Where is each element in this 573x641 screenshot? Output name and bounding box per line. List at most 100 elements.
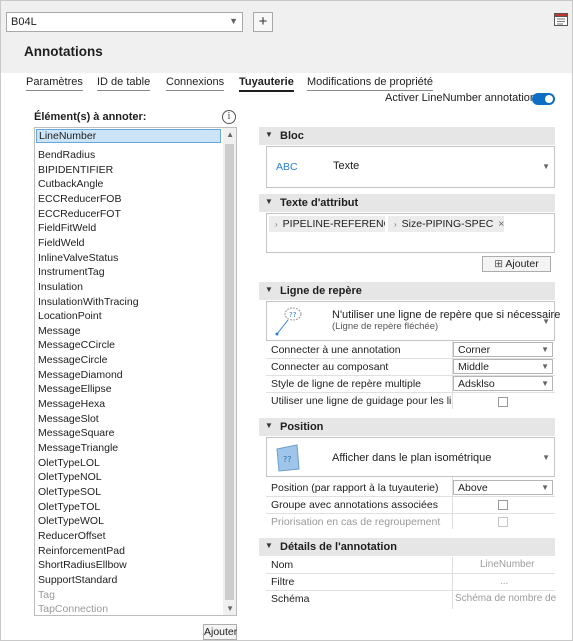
attribute-text-field[interactable]: › PIPELINE-REFERENCE- › Size-PIPING-SPEC× [266,213,555,253]
section-texte-attribut[interactable]: ▼ Texte d'attribut [259,194,555,212]
drawing-selector-value: B04L [11,16,37,28]
list-scrollbar[interactable]: ▲ ▼ [223,128,236,615]
add-element-button[interactable]: Ajouter [203,624,237,640]
section-bloc[interactable]: ▼ Bloc [259,127,555,145]
plus-icon: + [258,13,268,30]
list-item[interactable]: OletTypeSOL [38,486,101,498]
property-label: Connecter à une annotation [271,344,401,356]
add-button[interactable]: + [253,12,273,32]
top-toolbar: B04L ▼ + Annotations [1,1,572,73]
tab-id-de-table[interactable]: ID de table [97,76,151,91]
group-annotations-checkbox[interactable] [498,500,508,510]
filter-field[interactable]: ... [500,576,508,587]
list-item: TapConnection [38,603,109,616]
leader-main-text: N'utiliser une ligne de repère que si né… [332,309,561,321]
list-item[interactable]: BIPIDENTIFIER [38,164,113,176]
property-grid-divider [452,557,453,609]
list-item[interactable]: ECCReducerFOT [38,208,121,220]
close-icon[interactable]: × [493,218,504,230]
chevron-down-icon: ▼ [541,379,549,388]
svg-text:??: ?? [283,455,292,464]
property-label: Nom [271,559,294,571]
abc-icon: ABC [276,161,298,173]
list-item[interactable]: ECCReducerFOB [38,193,121,205]
list-item[interactable]: MessageEllipse [38,383,112,395]
position-select[interactable]: Above ▼ [453,480,553,495]
property-label: Schéma [271,593,310,605]
list-item[interactable]: MessageTriangle [38,442,118,454]
select-value: Corner [458,344,491,356]
chevron-down-icon: ▼ [542,162,550,171]
section-bloc-title: Bloc [280,130,304,142]
list-item[interactable]: LocationPoint [38,310,102,322]
table-settings-icon[interactable] [554,11,569,27]
leader-type-selector[interactable]: ?? N'utiliser une ligne de repère que si… [266,301,560,341]
linenumber-toggle[interactable] [532,93,555,105]
position-plane-selector[interactable]: ?? Afficher dans le plan isométrique ▼ [266,437,555,477]
connect-annotation-select[interactable]: Corner ▼ [453,342,553,357]
section-ligne-repere[interactable]: ▼ Ligne de repère [259,282,555,300]
list-item[interactable]: MessageCircle [38,354,107,366]
collapse-icon: ▼ [265,130,273,139]
list-item[interactable]: FieldWeld [38,237,85,249]
schema-field[interactable]: Schéma de nombre de [455,593,556,604]
guide-line-checkbox[interactable] [498,397,508,407]
list-item[interactable]: Insulation [38,281,83,293]
list-item[interactable]: OletTypeTOL [38,501,100,513]
attribute-chip-label: PIPELINE-REFERENCE- [282,218,385,230]
section-ligne-repere-title: Ligne de repère [280,285,362,297]
list-item[interactable]: Message [38,325,81,337]
info-icon[interactable]: i [222,110,236,124]
section-position[interactable]: ▼ Position [259,418,555,436]
list-item[interactable]: InstrumentTag [38,266,105,278]
toggle-knob [545,95,553,103]
prioritization-checkbox [498,517,508,527]
list-item[interactable]: MessageSlot [38,413,99,425]
list-item[interactable]: FieldFitWeld [38,222,96,234]
list-item[interactable]: MessageDiamond [38,369,123,381]
section-details[interactable]: ▼ Détails de l'annotation [259,538,555,556]
tab-tuyauterie[interactable]: Tuyauterie [239,76,294,92]
add-attribute-button[interactable]: ⊞ Ajouter [482,256,551,272]
list-item[interactable]: SupportStandard [38,574,117,586]
add-attribute-label: Ajouter [505,258,539,270]
list-item[interactable]: ShortRadiusEllbow [38,559,127,571]
row-divider [266,573,555,574]
bloc-selector[interactable]: ABC Texte ▼ [266,146,555,188]
tab-modifications-propriete[interactable]: Modifications de propriété [307,76,433,91]
list-item[interactable]: OletTypeWOL [38,515,104,527]
leader-line-icon: ?? [275,307,302,336]
bloc-value: Texte [333,160,360,172]
attribute-chip[interactable]: › Size-PIPING-SPEC × [388,216,504,232]
leader-sub-text: (Ligne de repère fléchée) [332,321,439,332]
multi-leader-style-select[interactable]: Adsklso ▼ [453,376,553,391]
property-label: Style de ligne de repère multiple [271,378,422,390]
list-item[interactable]: InsulationWithTracing [38,296,139,308]
select-value: Above [458,482,488,494]
tab-parametres[interactable]: Paramètres [26,76,83,91]
name-field[interactable]: LineNumber [480,559,534,570]
list-item[interactable]: MessageHexa [38,398,105,410]
list-item[interactable]: BendRadius [38,149,95,161]
tab-connexions[interactable]: Connexions [166,76,225,91]
collapse-icon: ▼ [265,421,273,430]
list-item[interactable]: OletTypeNOL [38,471,102,483]
list-item[interactable]: ReinforcementPad [38,545,125,557]
scroll-up-icon[interactable]: ▲ [226,130,234,139]
elements-list[interactable]: LineNumber BendRadius BIPIDENTIFIER Cutbac… [34,127,237,616]
list-item[interactable]: InlineValveStatus [38,252,118,264]
list-item[interactable]: MessageSquare [38,427,114,439]
list-item[interactable]: ReducerOffset [38,530,106,542]
scroll-thumb[interactable] [225,144,234,600]
list-item[interactable]: CutbackAngle [38,178,103,190]
connect-component-select[interactable]: Middle ▼ [453,359,553,374]
row-divider [266,590,555,591]
drawing-selector[interactable]: B04L ▼ [6,12,243,32]
list-item-selected[interactable]: LineNumber [36,129,221,143]
list-item[interactable]: OletTypeLOL [38,457,100,469]
property-label: Utiliser une ligne de guidage pour les l… [271,395,451,407]
chevron-down-icon: ▼ [541,345,549,354]
attribute-chip[interactable]: › PIPELINE-REFERENCE- [269,216,385,232]
scroll-down-icon[interactable]: ▼ [226,604,234,613]
list-item[interactable]: MessageCCircle [38,339,115,351]
